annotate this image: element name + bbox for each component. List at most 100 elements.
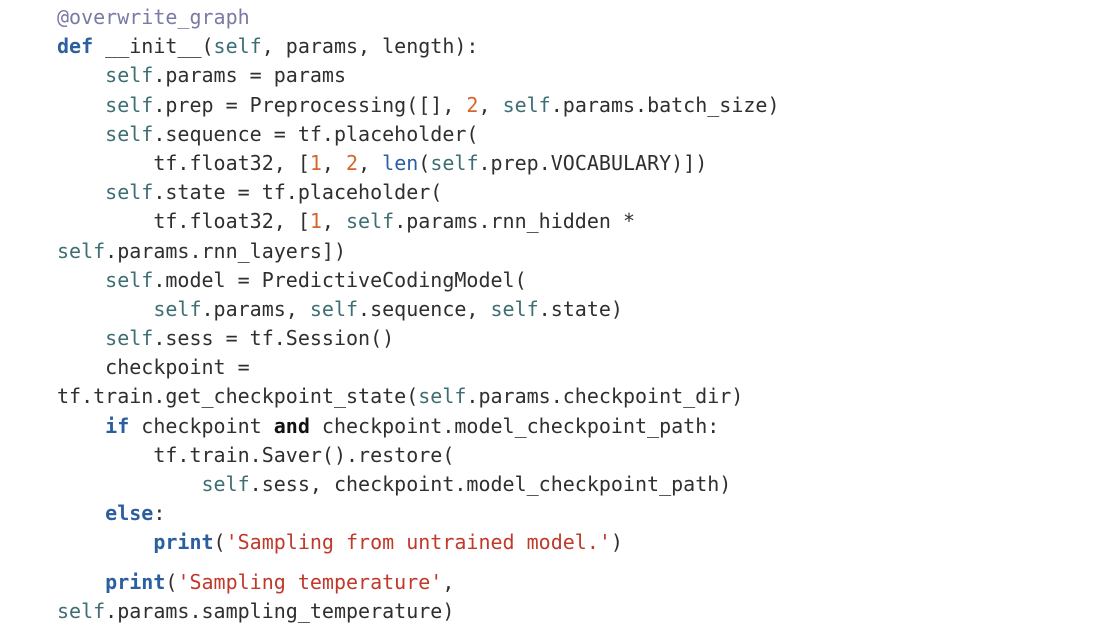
- code-token-decorator: @overwrite_graph: [57, 5, 250, 29]
- code-token-plain: .params.checkpoint_dir): [466, 384, 744, 409]
- code-token-builtin: len: [382, 150, 419, 175]
- code-line: self.params, self.sequence, self.state): [57, 295, 1087, 324]
- code-line: if checkpoint and checkpoint.model_check…: [57, 412, 1087, 441]
- code-token-keyword: print: [105, 569, 166, 594]
- code-token-self: self: [153, 296, 202, 321]
- code-token-self: self: [490, 296, 539, 321]
- code-token-self: self: [430, 150, 479, 175]
- code-token-plain: .state = tf.placeholder(: [153, 180, 443, 205]
- code-token-kwbold: and: [273, 413, 310, 438]
- code-line: def __init__(self, params, length):: [57, 32, 1087, 61]
- code-token-self: self: [105, 180, 154, 205]
- code-token-plain: checkpoint: [129, 413, 274, 438]
- code-token-plain: .state): [538, 296, 623, 321]
- code-line: self.state = tf.placeholder(: [57, 178, 1087, 207]
- code-token-plain: tf.train.get_checkpoint_state(: [57, 384, 419, 409]
- code-token-plain: ,: [321, 150, 347, 175]
- code-line: else:: [57, 499, 1087, 528]
- code-token-plain: ,: [321, 209, 347, 234]
- code-token-plain: .params.rnn_hidden *: [394, 209, 636, 234]
- code-token-self: self: [105, 92, 154, 117]
- code-token-plain: .params.batch_size): [550, 92, 780, 117]
- code-token-plain: .params.sampling_temperature): [105, 598, 455, 623]
- code-line: checkpoint =: [57, 353, 1087, 382]
- code-token-plain: .sess = tf.Session(): [153, 326, 395, 351]
- code-token-self: self: [346, 209, 395, 234]
- code-token-number: 1: [309, 150, 322, 175]
- code-token-number: 2: [466, 92, 479, 117]
- code-token-plain: tf.float32, [: [153, 150, 310, 175]
- code-token-plain: .params,: [201, 296, 310, 321]
- code-token-keyword: if: [105, 413, 130, 438]
- code-line: print('Sampling temperature',: [57, 568, 1087, 597]
- code-token-plain: tf.train.Saver().restore(: [153, 442, 455, 467]
- code-token-self: self: [105, 267, 154, 292]
- code-line: self.sequence = tf.placeholder(: [57, 120, 1087, 149]
- code-token-plain: tf.float32, [: [153, 209, 310, 234]
- code-token-plain: __init__(: [93, 34, 214, 59]
- code-token-plain: .params.rnn_layers]): [105, 238, 346, 263]
- code-token-plain: checkpoint =: [105, 355, 250, 380]
- code-token-self: self: [57, 598, 106, 623]
- code-line: print('Sampling from untrained model.'): [57, 528, 1087, 557]
- code-line: tf.float32, [1, self.params.rnn_hidden *: [57, 207, 1087, 236]
- code-token-keyword: else: [105, 501, 154, 526]
- code-token-number: 2: [346, 150, 359, 175]
- code-token-self: self: [201, 472, 250, 496]
- code-token-plain: .prep = Preprocessing([],: [153, 92, 467, 117]
- code-token-plain: ,: [478, 92, 503, 117]
- code-token-self: self: [105, 326, 154, 351]
- code-token-plain: .params = params: [153, 63, 346, 88]
- code-line: tf.float32, [1, 2, len(self.prep.VOCABUL…: [57, 149, 1087, 178]
- code-line: self.prep = Preprocessing([], 2, self.pa…: [57, 91, 1087, 120]
- code-line: self.model = PredictiveCodingModel(: [57, 266, 1087, 295]
- code-line: self.sess, checkpoint.model_checkpoint_p…: [57, 470, 1087, 499]
- code-line: self.params.rnn_layers]): [57, 237, 1087, 266]
- code-token-plain: (: [165, 569, 178, 594]
- code-token-number: 1: [309, 209, 322, 234]
- code-block: @overwrite_graph def __init__(self, param…: [57, 3, 1087, 626]
- code-token-self: self: [418, 384, 467, 409]
- code-line: self.sess = tf.Session(): [57, 324, 1087, 353]
- code-token-self: self: [213, 34, 262, 59]
- code-token-plain: .prep.VOCABULARY)]): [478, 150, 708, 175]
- code-token-string: 'Sampling temperature': [177, 569, 443, 594]
- code-token-plain: .sequence = tf.placeholder(: [153, 121, 479, 146]
- code-token-self: self: [105, 121, 154, 146]
- code-token-plain: :: [153, 501, 166, 526]
- code-line: self.params.sampling_temperature): [57, 597, 1087, 626]
- code-token-keyword: print: [153, 530, 214, 555]
- code-token-plain: checkpoint.model_checkpoint_path:: [309, 413, 720, 438]
- code-token-plain: .sequence,: [358, 296, 491, 321]
- code-line: tf.train.get_checkpoint_state(self.param…: [57, 382, 1087, 411]
- code-token-self: self: [502, 92, 551, 117]
- code-token-plain: .sess, checkpoint.model_checkpoint_path): [249, 472, 732, 496]
- code-token-self: self: [105, 63, 154, 88]
- code-token-plain: , params, length):: [261, 34, 479, 59]
- code-token-keyword: def: [57, 34, 94, 59]
- code-line: self.params = params: [57, 61, 1087, 90]
- code-token-self: self: [309, 296, 359, 321]
- code-line: @overwrite_graph: [57, 3, 1087, 32]
- code-token-plain: ): [610, 530, 623, 555]
- code-line: tf.train.Saver().restore(: [57, 441, 1087, 470]
- code-token-string: 'Sampling from untrained model.': [225, 530, 611, 555]
- code-token-plain: .model = PredictiveCodingModel(: [153, 267, 527, 292]
- code-token-plain: (: [418, 150, 431, 175]
